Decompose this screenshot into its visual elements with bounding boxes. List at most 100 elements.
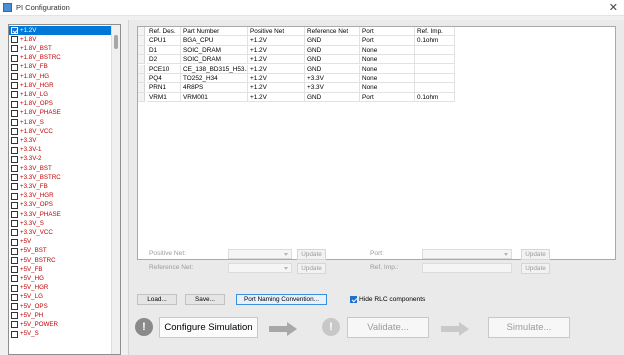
net-checkbox[interactable]: [11, 257, 18, 264]
net-list-item[interactable]: +5V_LG: [9, 293, 112, 302]
net-list-item[interactable]: +5V_BST: [9, 247, 112, 256]
table-row[interactable]: VRM1 VRM001 +1.2V GND Port 0.1ohm: [138, 92, 458, 103]
row-header[interactable]: [138, 83, 145, 93]
row-header[interactable]: [138, 55, 145, 65]
net-list-item[interactable]: +1.8V_HGR: [9, 81, 112, 90]
net-checkbox[interactable]: [11, 330, 18, 338]
scrollbar-thumb[interactable]: [114, 35, 118, 49]
net-list-item[interactable]: +3.3V_PHASE: [9, 210, 112, 219]
net-checkbox[interactable]: [11, 174, 18, 182]
net-list-item[interactable]: +5V_OPS: [9, 302, 112, 311]
net-list-item[interactable]: +3.3V: [9, 136, 112, 145]
net-checkbox[interactable]: [11, 63, 18, 71]
net-checkbox[interactable]: [11, 284, 18, 292]
column-header[interactable]: Ref. Imp.: [415, 27, 455, 37]
net-list-item[interactable]: +3.3V_HGR: [9, 192, 112, 201]
table-row[interactable]: PRN1 4R8PS +1.2V +3.3V None: [138, 83, 458, 93]
net-list-item[interactable]: +3.3V_BST: [9, 164, 112, 173]
positive-net-dropdown[interactable]: [228, 249, 292, 259]
net-list-item[interactable]: +1.8V_LG: [9, 90, 112, 99]
column-header[interactable]: Port: [360, 27, 415, 37]
net-list-item[interactable]: +5V_HG: [9, 274, 112, 283]
net-checkbox[interactable]: [11, 321, 18, 329]
positive-net-update-button[interactable]: Update: [297, 249, 326, 260]
net-list-item[interactable]: +5V_FB: [9, 265, 112, 274]
net-checkbox[interactable]: [11, 119, 18, 126]
net-checkbox[interactable]: [11, 275, 18, 283]
net-list-item[interactable]: +3.3V_FB: [9, 182, 112, 191]
net-list-item[interactable]: +5V_PH: [9, 311, 112, 320]
table-row[interactable]: D1 SOIC_DRAM +1.2V GND None: [138, 45, 458, 56]
net-list-item[interactable]: +3.3V_VCC: [9, 228, 112, 237]
net-list-item[interactable]: +1.8V_VCC: [9, 127, 112, 136]
row-header[interactable]: [138, 74, 145, 84]
net-list-item[interactable]: +1.8V_BST: [9, 44, 112, 53]
net-list-item[interactable]: +1.8V_HG: [9, 72, 112, 81]
simulate-button[interactable]: Simulate...: [488, 317, 570, 338]
column-header[interactable]: Ref. Des.: [147, 27, 181, 37]
net-checkbox[interactable]: [11, 238, 18, 246]
column-header[interactable]: Positive Net: [248, 27, 305, 37]
net-checkbox[interactable]: [11, 137, 18, 145]
net-list-item[interactable]: +1.8V_FB: [9, 63, 112, 72]
net-list-item[interactable]: +1.8V_BSTRC: [9, 54, 112, 63]
configure-simulation-button[interactable]: Configure Simulation: [159, 317, 258, 338]
row-header[interactable]: [138, 36, 145, 46]
net-list-item[interactable]: +1.8V_PHASE: [9, 109, 112, 118]
net-checkbox[interactable]: [11, 128, 18, 136]
row-header[interactable]: [138, 45, 145, 56]
ref-imp-update-button[interactable]: Update: [521, 263, 550, 274]
net-list-item[interactable]: +5V_BSTRC: [9, 256, 112, 265]
column-header[interactable]: Reference Net: [305, 27, 360, 37]
net-checkbox[interactable]: [11, 183, 18, 191]
net-checkbox[interactable]: [11, 312, 18, 320]
net-list-item[interactable]: +3.3V_OPS: [9, 201, 112, 210]
net-list-item[interactable]: +1.8V_S: [9, 118, 112, 127]
net-checkbox[interactable]: [11, 220, 18, 228]
net-checkbox[interactable]: [11, 192, 18, 200]
reference-net-update-button[interactable]: Update: [297, 263, 326, 274]
net-checkbox[interactable]: [11, 201, 18, 209]
net-list-scrollbar[interactable]: [111, 25, 120, 354]
net-checkbox[interactable]: [11, 100, 18, 108]
port-naming-convention-button[interactable]: Port Naming Convention...: [236, 294, 327, 305]
table-row[interactable]: PQ4 TO252_H34 +1.2V +3.3V None: [138, 74, 458, 84]
net-checkbox[interactable]: [11, 293, 18, 301]
net-checkbox[interactable]: [11, 109, 18, 117]
net-checkbox[interactable]: [11, 27, 18, 34]
net-list-item[interactable]: +3.3V-1: [9, 146, 112, 155]
net-list-item[interactable]: +3.3V_BSTRC: [9, 173, 112, 182]
net-checkbox[interactable]: [11, 82, 18, 90]
table-row[interactable]: CPU1 BGA_CPU +1.2V GND Port 0.1ohm: [138, 36, 458, 46]
net-checkbox[interactable]: [11, 266, 18, 274]
table-row[interactable]: PCE10 CE_138_BD315_H53... +1.2V GND None: [138, 64, 458, 74]
net-checkbox[interactable]: [11, 211, 18, 218]
net-list-item[interactable]: +3.3V_S: [9, 219, 112, 228]
net-checkbox[interactable]: [11, 146, 18, 154]
net-list-item[interactable]: +5V: [9, 238, 112, 247]
net-checkbox[interactable]: [11, 36, 18, 44]
table-row[interactable]: D2 SOIC_DRAM +1.2V GND None: [138, 55, 458, 65]
net-checkbox[interactable]: [11, 247, 18, 255]
net-list-item[interactable]: +5V_POWER: [9, 320, 112, 329]
net-checkbox[interactable]: [11, 155, 18, 163]
net-list-item[interactable]: +1.2V: [9, 26, 112, 35]
reference-net-dropdown[interactable]: [228, 263, 292, 273]
column-header[interactable]: Part Number: [181, 27, 248, 37]
save-button[interactable]: Save...: [185, 294, 225, 305]
net-list-item[interactable]: +1.8V_OPS: [9, 100, 112, 109]
ref-imp-input[interactable]: [422, 263, 512, 273]
row-header[interactable]: [138, 64, 145, 74]
net-checkbox[interactable]: [11, 303, 18, 310]
net-list-item[interactable]: +5V_HGR: [9, 284, 112, 293]
net-checkbox[interactable]: [11, 229, 18, 237]
hide-rlc-checkbox[interactable]: [350, 296, 357, 303]
net-list-item[interactable]: +1.8V: [9, 35, 112, 44]
row-header[interactable]: [138, 92, 145, 103]
net-checkbox[interactable]: [11, 165, 18, 172]
load-button[interactable]: Load...: [137, 294, 177, 305]
net-checkbox[interactable]: [11, 45, 18, 53]
net-checkbox[interactable]: [11, 54, 18, 62]
port-update-button[interactable]: Update: [521, 249, 550, 260]
net-list-item[interactable]: +5V_S: [9, 330, 112, 339]
